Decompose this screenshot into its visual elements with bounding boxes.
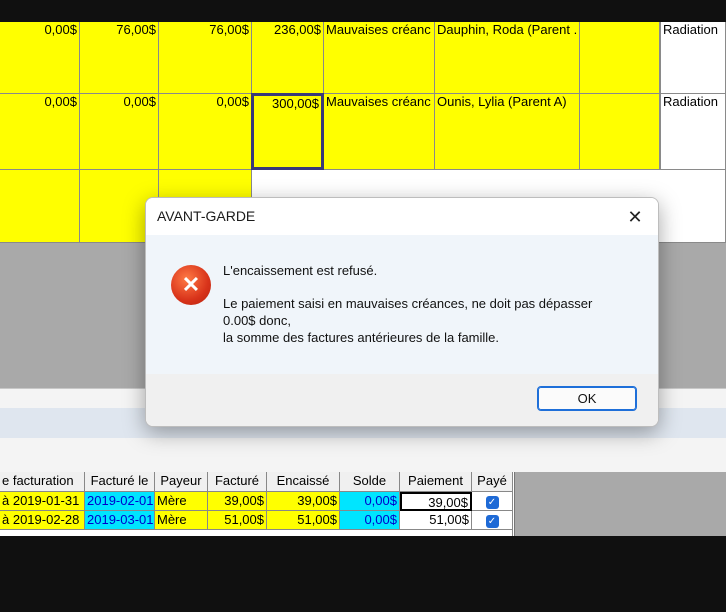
payment-input[interactable]: 39,00$	[400, 492, 472, 511]
grid-cell[interactable]	[580, 22, 660, 94]
grid-cell-status[interactable]: Radiation	[660, 22, 726, 94]
paid-checkbox[interactable]: ✓	[472, 511, 513, 530]
column-header[interactable]: e facturation	[0, 472, 85, 492]
grid-cell[interactable]: 0,00$	[159, 94, 252, 170]
column-header[interactable]: Payeur	[155, 472, 208, 492]
column-header[interactable]: Payé	[472, 472, 513, 492]
table-cell[interactable]: 39,00$	[208, 492, 267, 511]
grid-cell-reason[interactable]: Mauvaises créanc	[324, 94, 435, 170]
message-line: Le paiement saisi en mauvaises créances,…	[223, 296, 593, 311]
grid-cell-status[interactable]: Radiation	[660, 94, 726, 170]
checkmark-icon: ✓	[485, 496, 499, 509]
grid-cell-name[interactable]: Ounis, Lylia (Parent A)	[435, 94, 580, 170]
table-cell[interactable]: 0,00$	[340, 511, 400, 530]
table-cell[interactable]: 51,00$	[208, 511, 267, 530]
paid-checkbox[interactable]: ✓	[472, 492, 513, 511]
panel-toolbar	[0, 438, 726, 472]
grid-cell-reason[interactable]: Mauvaises créanc	[324, 22, 435, 94]
error-dialog: AVANT-GARDE ✕ ✕ L'encaissement est refus…	[145, 197, 659, 427]
column-header[interactable]: Facturé le	[85, 472, 155, 492]
error-icon: ✕	[171, 265, 211, 305]
payment-input[interactable]: 51,00$	[400, 511, 472, 530]
grid-cell[interactable]: 0,00$	[0, 22, 80, 94]
grid-cell-name[interactable]: Dauphin, Roda (Parent .	[435, 22, 580, 94]
billing-table: e facturation Facturé le Payeur Facturé …	[0, 472, 515, 536]
grid-cell[interactable]	[0, 170, 80, 243]
grid-cell[interactable]: 76,00$	[80, 22, 159, 94]
column-header[interactable]: Encaissé	[267, 472, 340, 492]
column-header[interactable]: Solde	[340, 472, 400, 492]
close-icon[interactable]: ✕	[624, 206, 646, 228]
table-cell[interactable]: à 2019-01-31	[0, 492, 85, 511]
table-cell[interactable]: 39,00$	[267, 492, 340, 511]
grid-cell[interactable]	[580, 94, 660, 170]
table-cell[interactable]: Mère	[155, 492, 208, 511]
table-cell[interactable]: à 2019-02-28	[0, 511, 85, 530]
table-cell[interactable]: 0,00$	[340, 492, 400, 511]
message-line: la somme des factures antérieures de la …	[223, 330, 500, 345]
ok-button[interactable]: OK	[537, 386, 637, 411]
grid-cell[interactable]: 0,00$	[80, 94, 159, 170]
table-cell[interactable]: Mère	[155, 511, 208, 530]
table-cell[interactable]: 2019-03-01	[85, 511, 155, 530]
column-header[interactable]: Paiement	[400, 472, 472, 492]
grid-cell[interactable]: 236,00$	[252, 22, 324, 94]
table-cell[interactable]: 51,00$	[267, 511, 340, 530]
dialog-titlebar: AVANT-GARDE ✕	[146, 198, 658, 235]
dialog-body: ✕ L'encaissement est refusé. Le paiement…	[146, 235, 658, 374]
grid-cell-selected[interactable]: 300,00$	[251, 93, 324, 170]
paid-checkbox[interactable]	[472, 530, 513, 536]
column-header[interactable]: Facturé	[208, 472, 267, 492]
checkmark-icon: ✓	[485, 515, 499, 528]
message-line: L'encaissement est refusé.	[223, 263, 378, 278]
grid-cell[interactable]: 0,00$	[0, 94, 80, 170]
grid-cell[interactable]: 76,00$	[159, 22, 252, 94]
dialog-footer: OK	[146, 374, 658, 426]
dialog-title: AVANT-GARDE	[157, 208, 256, 224]
message-line: 0.00$ donc,	[223, 313, 291, 328]
table-cell[interactable]: 2019-02-01	[85, 492, 155, 511]
